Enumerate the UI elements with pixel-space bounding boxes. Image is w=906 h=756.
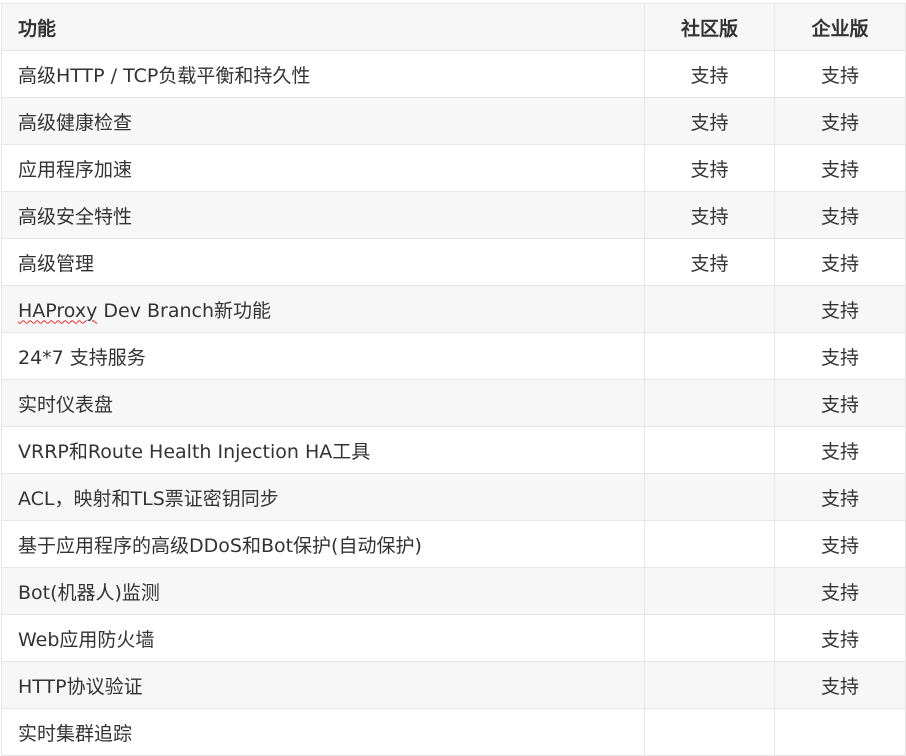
community-cell: 支持: [644, 144, 775, 192]
community-cell: 支持: [644, 97, 775, 145]
feature-cell: 高级管理: [1, 238, 645, 286]
table-row: 基于应用程序的高级DDoS和Bot保护(自动保护) 支持: [1, 520, 906, 568]
feature-cell: 24*7 支持服务: [1, 332, 645, 380]
enterprise-cell: 支持: [774, 191, 906, 239]
feature-cell: ACL，映射和TLS票证密钥同步: [1, 473, 645, 521]
feature-comparison-table-container: 功能 社区版 企业版 高级HTTP / TCP负载平衡和持久性 支持 支持 高级…: [1, 3, 906, 756]
table-row: 高级管理 支持 支持: [1, 238, 906, 286]
table-row: 高级安全特性 支持 支持: [1, 191, 906, 239]
table-row: 高级健康检查 支持 支持: [1, 97, 906, 145]
feature-cell: Web应用防火墙: [1, 614, 645, 662]
feature-text: Dev Branch新功能: [97, 299, 272, 322]
community-cell: [644, 520, 775, 568]
community-cell: [644, 473, 775, 521]
feature-cell: 实时集群追踪: [1, 708, 645, 756]
table-body: 高级HTTP / TCP负载平衡和持久性 支持 支持 高级健康检查 支持 支持 …: [1, 50, 906, 756]
table-row: 高级HTTP / TCP负载平衡和持久性 支持 支持: [1, 50, 906, 98]
community-cell: 支持: [644, 238, 775, 286]
community-cell: [644, 379, 775, 427]
enterprise-cell: 支持: [774, 238, 906, 286]
enterprise-cell: 支持: [774, 567, 906, 615]
table-row: HTTP协议验证 支持: [1, 661, 906, 709]
community-cell: [644, 708, 775, 756]
table-row: ACL，映射和TLS票证密钥同步 支持: [1, 473, 906, 521]
enterprise-cell: 支持: [774, 97, 906, 145]
enterprise-cell: 支持: [774, 50, 906, 98]
enterprise-cell: 支持: [774, 661, 906, 709]
feature-cell: 高级健康检查: [1, 97, 645, 145]
header-row: 功能 社区版 企业版: [1, 3, 906, 51]
enterprise-cell: 支持: [774, 520, 906, 568]
feature-cell: 高级HTTP / TCP负载平衡和持久性: [1, 50, 645, 98]
community-cell: [644, 614, 775, 662]
feature-cell: HAProxy Dev Branch新功能: [1, 285, 645, 333]
enterprise-cell: [774, 708, 906, 756]
enterprise-cell: 支持: [774, 144, 906, 192]
community-cell: [644, 567, 775, 615]
feature-cell: VRRP和Route Health Injection HA工具: [1, 426, 645, 474]
column-header-enterprise: 企业版: [774, 3, 906, 51]
community-cell: [644, 661, 775, 709]
table-row: 应用程序加速 支持 支持: [1, 144, 906, 192]
column-header-community: 社区版: [644, 3, 775, 51]
community-cell: [644, 332, 775, 380]
table-row: 实时仪表盘 支持: [1, 379, 906, 427]
column-header-feature: 功能: [1, 3, 645, 51]
enterprise-cell: 支持: [774, 379, 906, 427]
community-cell: [644, 426, 775, 474]
community-cell: 支持: [644, 50, 775, 98]
community-cell: [644, 285, 775, 333]
table-row: HAProxy Dev Branch新功能 支持: [1, 285, 906, 333]
table-row: VRRP和Route Health Injection HA工具 支持: [1, 426, 906, 474]
table-row: Web应用防火墙 支持: [1, 614, 906, 662]
feature-cell: HTTP协议验证: [1, 661, 645, 709]
feature-comparison-table: 功能 社区版 企业版 高级HTTP / TCP负载平衡和持久性 支持 支持 高级…: [1, 3, 906, 756]
table-row: 实时集群追踪: [1, 708, 906, 756]
enterprise-cell: 支持: [774, 426, 906, 474]
table-header: 功能 社区版 企业版: [1, 3, 906, 51]
enterprise-cell: 支持: [774, 332, 906, 380]
table-row: 24*7 支持服务 支持: [1, 332, 906, 380]
community-cell: 支持: [644, 191, 775, 239]
feature-cell: 高级安全特性: [1, 191, 645, 239]
spellcheck-flagged-word: HAProxy: [18, 299, 98, 322]
enterprise-cell: 支持: [774, 473, 906, 521]
feature-cell: Bot(机器人)监测: [1, 567, 645, 615]
enterprise-cell: 支持: [774, 285, 906, 333]
feature-cell: 应用程序加速: [1, 144, 645, 192]
feature-cell: 基于应用程序的高级DDoS和Bot保护(自动保护): [1, 520, 645, 568]
feature-cell: 实时仪表盘: [1, 379, 645, 427]
enterprise-cell: 支持: [774, 614, 906, 662]
table-row: Bot(机器人)监测 支持: [1, 567, 906, 615]
